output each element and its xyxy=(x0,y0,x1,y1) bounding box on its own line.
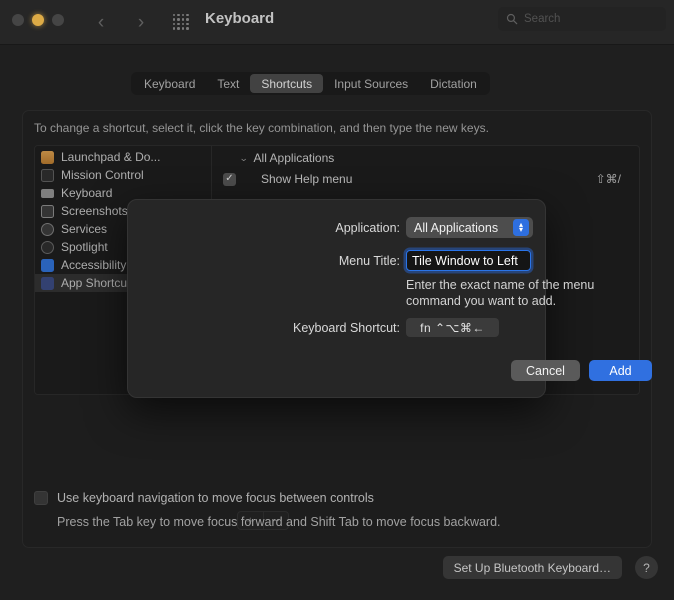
keyboard-shortcut-label: Keyboard Shortcut: xyxy=(292,321,400,335)
application-label: Application: xyxy=(335,221,400,235)
preferences-window: ‹ › Keyboard Keyboard Text Shortcuts Inp… xyxy=(0,0,674,600)
cancel-button[interactable]: Cancel xyxy=(511,360,580,381)
menu-title-label: Menu Title: xyxy=(338,254,400,268)
menu-title-input[interactable]: Tile Window to Left xyxy=(406,250,531,271)
add-button[interactable]: Add xyxy=(589,360,652,381)
application-select[interactable]: All Applications ▴ ▾ xyxy=(406,217,533,238)
application-select-value: All Applications xyxy=(414,220,499,235)
add-shortcut-sheet: Application: All Applications ▴ ▾ Menu Ti… xyxy=(127,199,652,398)
keyboard-shortcut-input[interactable]: fn ⌃⌥⌘← xyxy=(406,318,499,337)
menu-title-help-text: Enter the exact name of the menu command… xyxy=(406,278,595,308)
chevron-up-down-icon[interactable]: ▴ ▾ xyxy=(513,219,529,236)
